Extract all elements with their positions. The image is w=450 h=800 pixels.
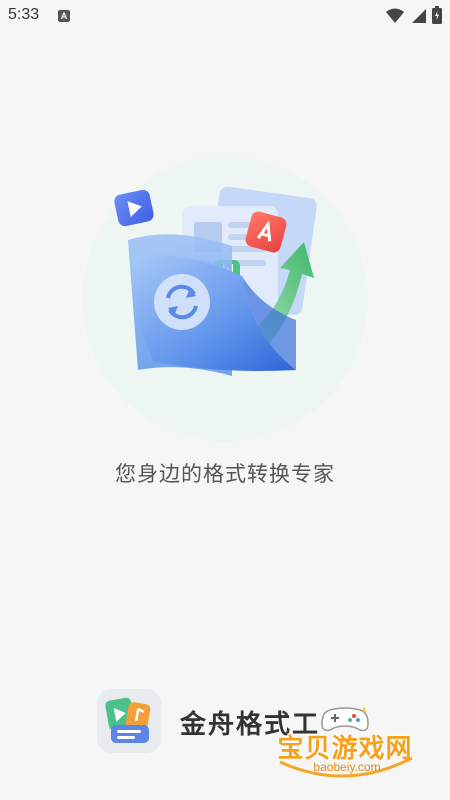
signal-icon xyxy=(412,9,426,23)
status-time: 5:33 xyxy=(8,6,40,23)
status-bar: 5:33 A xyxy=(0,0,450,32)
a-letter-icon: A xyxy=(58,10,70,22)
app-logo-icon xyxy=(97,689,161,753)
file-conversion-folder-illustration xyxy=(114,186,317,376)
tagline: 您身边的格式转换专家 xyxy=(115,462,335,486)
wifi-icon xyxy=(386,8,404,23)
battery-icon xyxy=(432,6,442,24)
watermark-url: baobeiy.com xyxy=(313,760,381,774)
video-play-badge-icon xyxy=(114,189,154,227)
watermark: 宝贝游戏网 baobeiy.com xyxy=(270,700,420,792)
convert-sync-icon xyxy=(154,274,210,330)
